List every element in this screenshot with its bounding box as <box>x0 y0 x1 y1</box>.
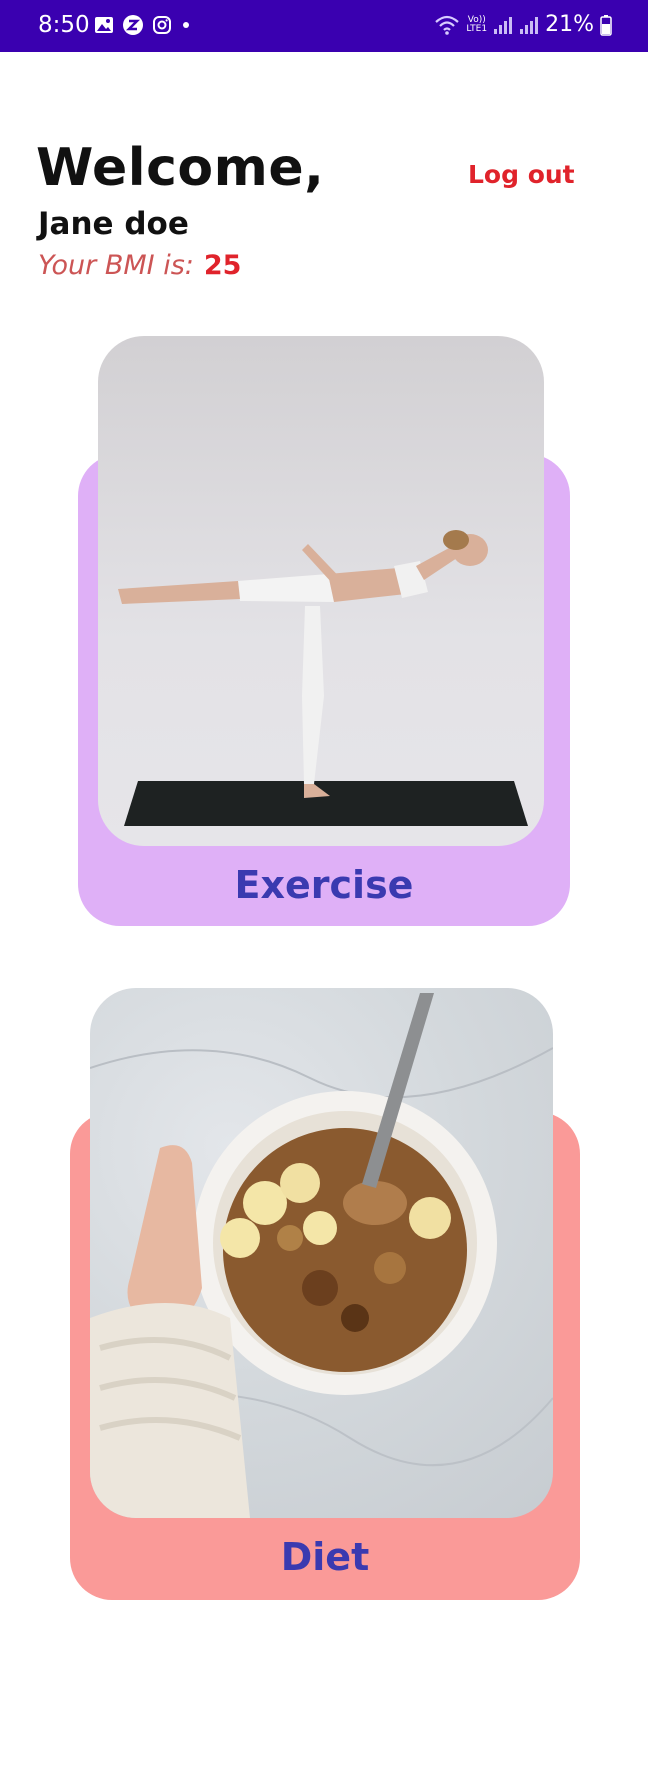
instagram-icon <box>153 16 171 34</box>
battery-icon <box>600 14 612 36</box>
diet-image[interactable] <box>90 988 553 1518</box>
z-app-icon <box>123 15 143 35</box>
diet-label: Diet <box>280 1535 370 1579</box>
status-time: 8:50 <box>38 12 90 38</box>
notification-icons <box>94 14 192 36</box>
battery-text: 21% <box>545 12 594 37</box>
signal-icon <box>494 16 513 34</box>
bmi-value: 25 <box>203 250 242 281</box>
diet-card[interactable]: Diet <box>70 988 580 1600</box>
bmi-label: Your BMI is: <box>38 250 194 281</box>
gallery-icon <box>95 17 113 33</box>
exercise-card[interactable]: Exercise <box>78 336 570 926</box>
user-name: Jane doe <box>38 206 189 242</box>
yoga-pose-illustration <box>118 530 528 826</box>
wifi-icon <box>435 15 460 35</box>
dot-icon <box>183 22 189 28</box>
exercise-image[interactable] <box>98 336 544 846</box>
exercise-label: Exercise <box>234 863 414 907</box>
welcome-title: Welcome, <box>36 138 325 198</box>
logout-button[interactable]: Log out <box>468 160 575 189</box>
bmi-row: Your BMI is: 25 <box>38 250 241 281</box>
status-bar: 8:50 Vo)) LTE1 21% <box>0 0 648 52</box>
lte-label: LTE1 <box>466 23 488 34</box>
granola-bowl-illustration <box>90 993 553 1518</box>
volte-icon: Vo)) LTE1 <box>466 15 488 34</box>
signal-icon <box>520 16 539 34</box>
system-icons: Vo)) LTE1 21% <box>434 12 612 37</box>
